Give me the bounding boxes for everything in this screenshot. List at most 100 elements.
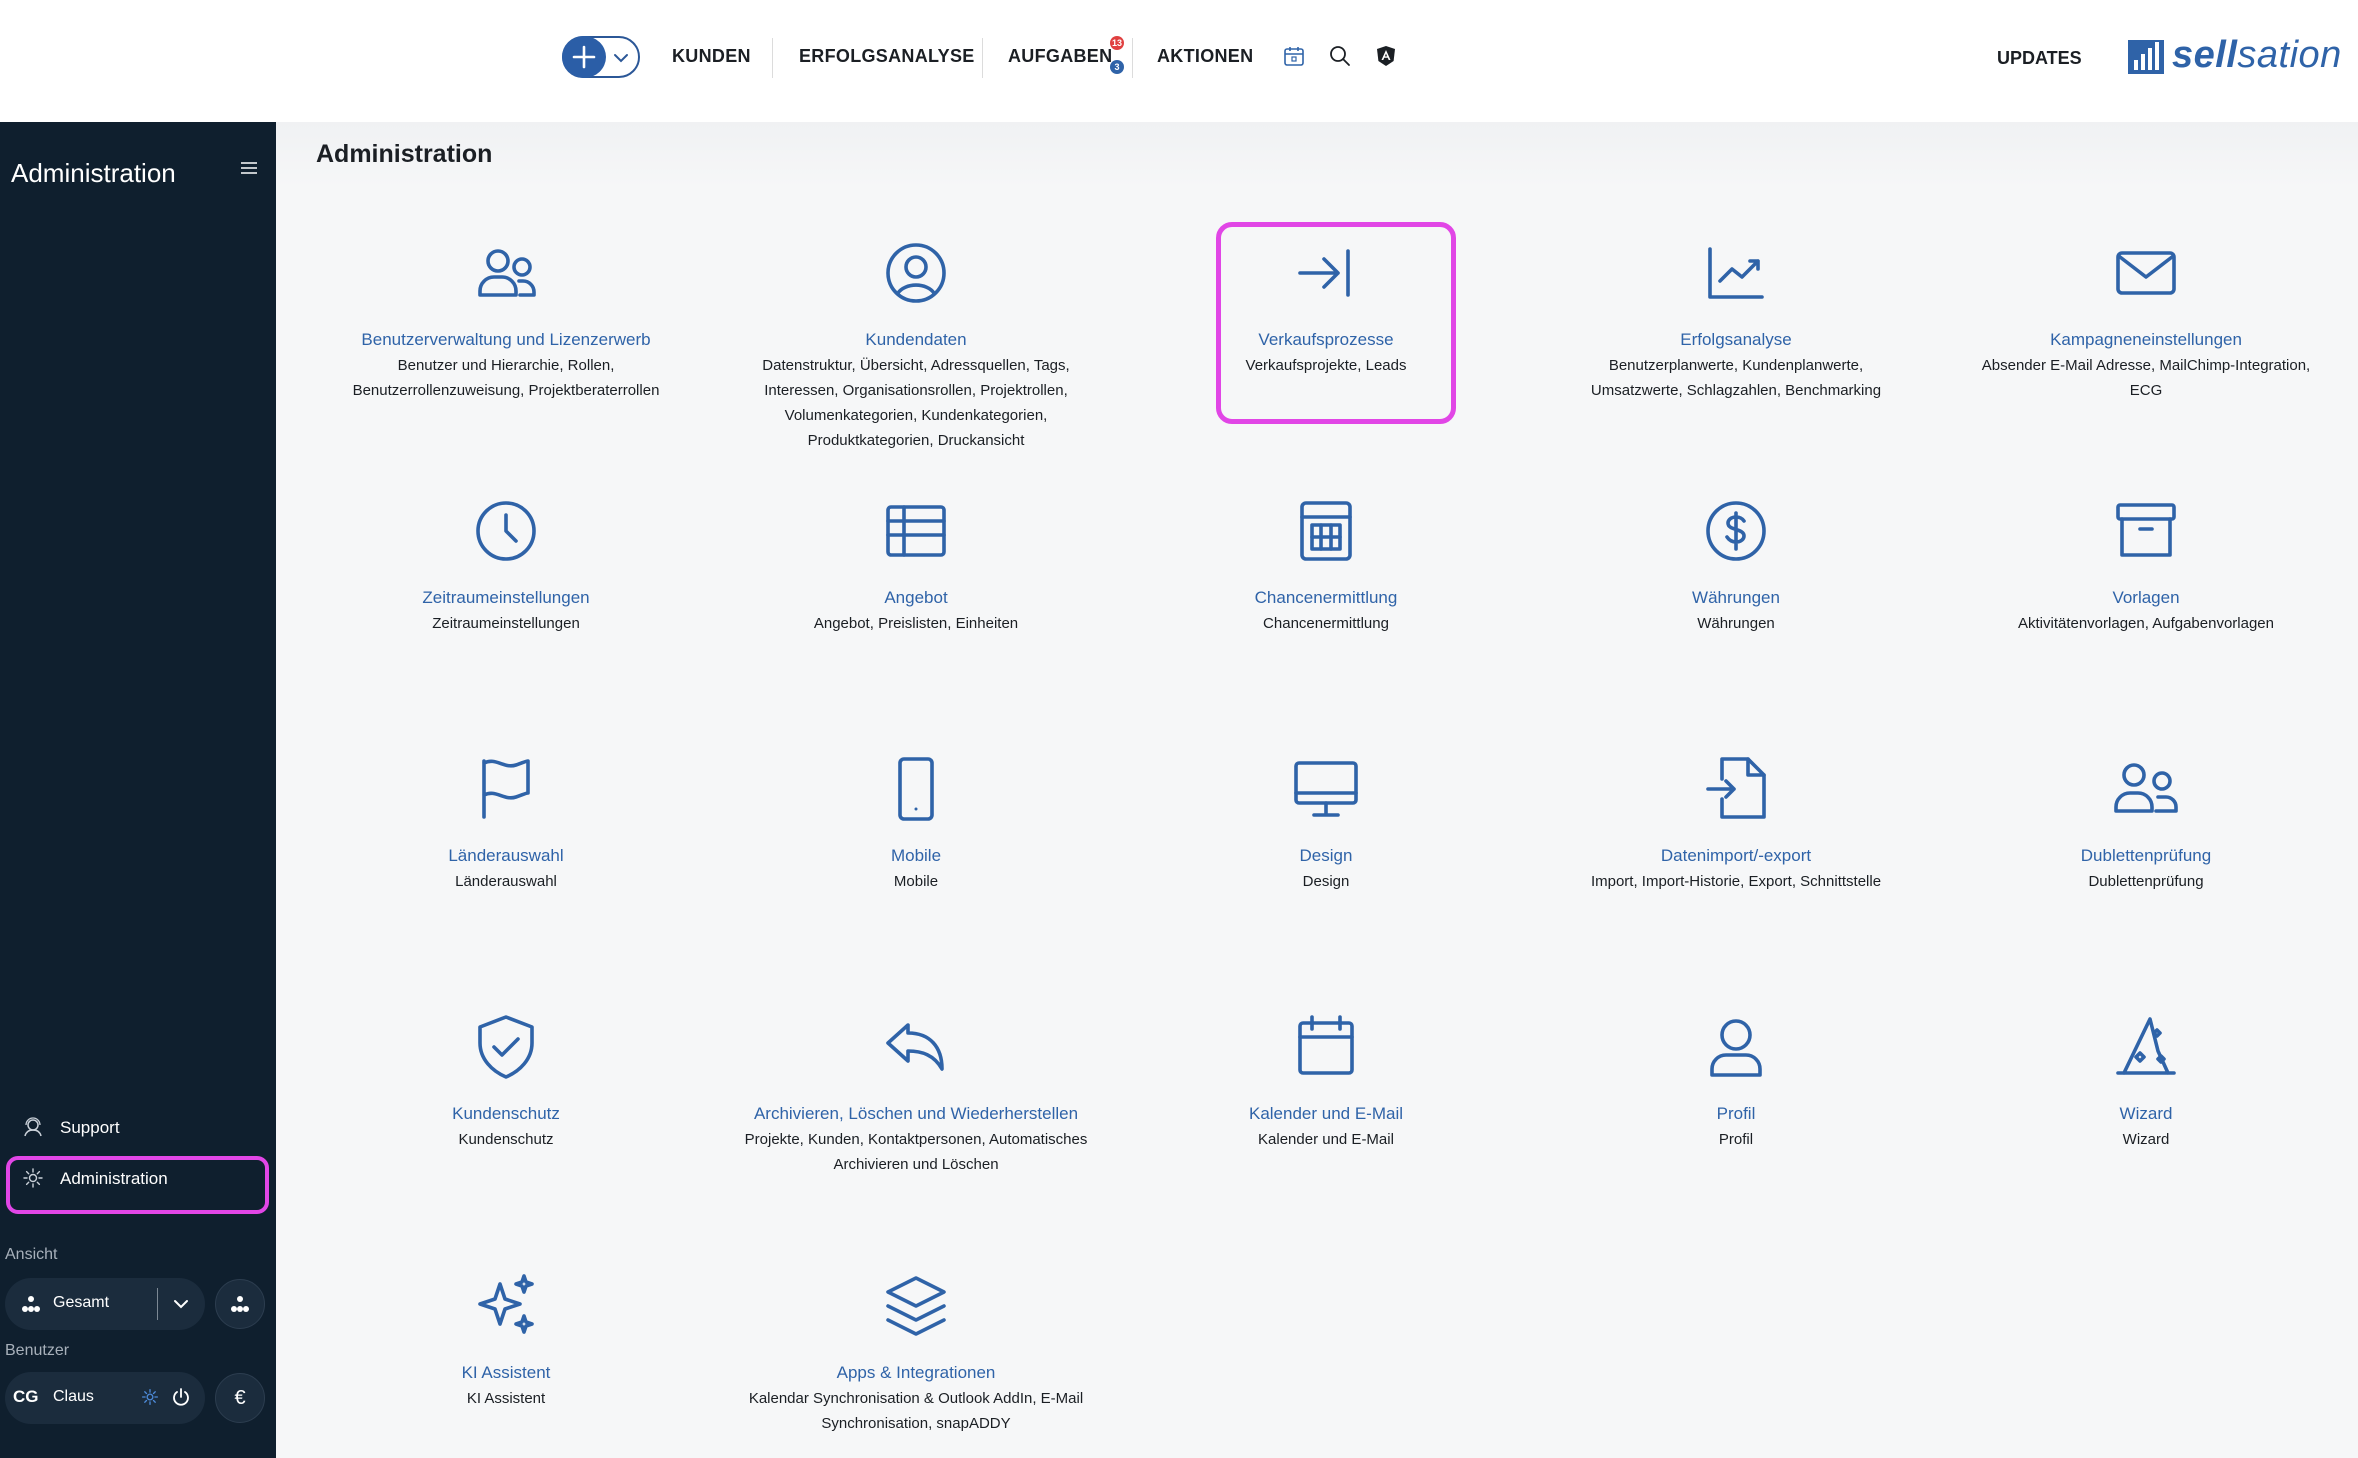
- user-name: Claus: [53, 1388, 94, 1405]
- archive-box-icon[interactable]: [2110, 495, 2182, 567]
- desktop-icon[interactable]: [1290, 753, 1362, 825]
- tile-title[interactable]: Verkaufsprozesse: [1146, 329, 1506, 351]
- admin-tile[interactable]: Profil Profil: [1556, 1011, 1916, 1152]
- nav-kunden[interactable]: KUNDEN: [672, 46, 751, 67]
- wizard-hat-icon[interactable]: [2110, 1011, 2182, 1083]
- admin-tile[interactable]: Dublettenprüfung Dublettenprüfung: [1966, 753, 2326, 894]
- reply-arrow-icon[interactable]: [880, 1011, 952, 1083]
- admin-tile[interactable]: KI Assistent KI Assistent: [326, 1270, 686, 1411]
- nav-aufgaben[interactable]: AUFGABEN: [1008, 46, 1112, 67]
- tile-description: Absender E-Mail Adresse, MailChimp-Integ…: [1981, 357, 2311, 399]
- user-circle-icon[interactable]: [880, 237, 952, 309]
- tile-title[interactable]: Profil: [1556, 1103, 1916, 1125]
- angular-icon[interactable]: [1374, 44, 1398, 68]
- admin-tile[interactable]: Länderauswahl Länderauswahl: [326, 753, 686, 894]
- calculator-grid-icon[interactable]: [1290, 495, 1362, 567]
- org-chart-icon: [231, 1296, 249, 1312]
- user-selector[interactable]: CG Claus: [5, 1372, 205, 1424]
- tile-title[interactable]: Benutzerverwaltung und Lizenzerwerb: [326, 329, 686, 351]
- admin-tile[interactable]: Kundendaten Datenstruktur, Übersicht, Adr…: [736, 237, 1096, 453]
- admin-tile[interactable]: Erfolgsanalyse Benutzerplanwerte, Kundenp…: [1556, 237, 1916, 403]
- sidebar: Administration Support Administration An…: [0, 122, 276, 1458]
- admin-tile[interactable]: Zeitraumeinstellungen Zeitraumeinstellung…: [326, 495, 686, 636]
- org-chart-button[interactable]: [215, 1279, 265, 1329]
- user-settings-gear-icon[interactable]: [141, 1388, 159, 1406]
- power-icon[interactable]: [171, 1387, 191, 1407]
- envelope-icon[interactable]: [2110, 237, 2182, 309]
- user-icon[interactable]: [1700, 1011, 1772, 1083]
- tile-title[interactable]: Länderauswahl: [326, 845, 686, 867]
- sparkles-icon[interactable]: [470, 1270, 542, 1342]
- tile-title[interactable]: Währungen: [1556, 587, 1916, 609]
- tile-title[interactable]: Zeitraumeinstellungen: [326, 587, 686, 609]
- calendar-icon[interactable]: [1282, 44, 1306, 68]
- admin-tile[interactable]: Benutzerverwaltung und Lizenzerwerb Benut…: [326, 237, 686, 403]
- tile-title[interactable]: Mobile: [736, 845, 1096, 867]
- tile-title[interactable]: Kampagneneinstellungen: [1966, 329, 2326, 351]
- tile-description: Kalendar Synchronisation & Outlook AddIn…: [748, 1390, 1084, 1432]
- admin-tile[interactable]: Währungen Währungen: [1556, 495, 1916, 636]
- admin-tile[interactable]: Kundenschutz Kundenschutz: [326, 1011, 686, 1152]
- users-duplicate-icon[interactable]: [2110, 753, 2182, 825]
- tile-description: Mobile: [893, 873, 939, 890]
- nav-erfolgsanalyse[interactable]: ERFOLGSANALYSE: [799, 46, 975, 67]
- tile-title[interactable]: KI Assistent: [326, 1362, 686, 1384]
- admin-tile[interactable]: Apps & Integrationen Kalendar Synchronisa…: [736, 1270, 1096, 1436]
- admin-tile[interactable]: Verkaufsprozesse Verkaufsprojekte, Leads: [1146, 237, 1506, 378]
- nav-divider: [982, 38, 983, 78]
- plus-icon[interactable]: [562, 36, 606, 78]
- create-new-button[interactable]: [562, 36, 640, 78]
- tile-title[interactable]: Design: [1146, 845, 1506, 867]
- flag-icon[interactable]: [470, 753, 542, 825]
- chevron-down-icon[interactable]: [610, 48, 632, 68]
- tile-title[interactable]: Datenimport/-export: [1556, 845, 1916, 867]
- sidebar-item-support[interactable]: Support: [60, 1118, 120, 1138]
- ansicht-selector[interactable]: Gesamt: [5, 1278, 205, 1330]
- arrow-to-line-icon[interactable]: [1290, 237, 1362, 309]
- tile-title[interactable]: Chancenermittlung: [1146, 587, 1506, 609]
- sidebar-title: Administration: [11, 158, 176, 188]
- admin-tile[interactable]: Archivieren, Löschen und Wiederherstelle…: [736, 1011, 1096, 1177]
- users-icon[interactable]: [470, 237, 542, 309]
- tile-title[interactable]: Kalender und E-Mail: [1146, 1103, 1506, 1125]
- tile-description: Benutzerplanwerte, Kundenplanwerte, Umsa…: [1590, 357, 1882, 399]
- admin-tile[interactable]: Design Design: [1146, 753, 1506, 894]
- tile-title[interactable]: Dublettenprüfung: [1966, 845, 2326, 867]
- hierarchy-icon: [22, 1296, 40, 1312]
- tile-title[interactable]: Archivieren, Löschen und Wiederherstelle…: [736, 1103, 1096, 1125]
- dollar-circle-icon[interactable]: [1700, 495, 1772, 567]
- clock-icon[interactable]: [470, 495, 542, 567]
- table-icon[interactable]: [880, 495, 952, 567]
- tile-title[interactable]: Kundenschutz: [326, 1103, 686, 1125]
- currency-button[interactable]: €: [215, 1373, 265, 1423]
- tile-description: Länderauswahl: [455, 873, 557, 890]
- tile-title[interactable]: Angebot: [736, 587, 1096, 609]
- hamburger-menu-icon[interactable]: [240, 160, 258, 176]
- admin-tile[interactable]: Kampagneneinstellungen Absender E-Mail Ad…: [1966, 237, 2326, 403]
- admin-tile[interactable]: Wizard Wizard: [1966, 1011, 2326, 1152]
- ansicht-value: Gesamt: [53, 1294, 110, 1311]
- shield-check-icon[interactable]: [470, 1011, 542, 1083]
- chart-line-icon[interactable]: [1700, 237, 1772, 309]
- tile-title[interactable]: Kundendaten: [736, 329, 1096, 351]
- tile-title[interactable]: Erfolgsanalyse: [1556, 329, 1916, 351]
- chevron-down-icon[interactable]: [171, 1294, 191, 1314]
- tile-title[interactable]: Wizard: [1966, 1103, 2326, 1125]
- search-icon[interactable]: [1328, 44, 1352, 68]
- tile-title[interactable]: Vorlagen: [1966, 587, 2326, 609]
- admin-tile[interactable]: Datenimport/-export Import, Import-Histor…: [1556, 753, 1916, 894]
- file-import-icon[interactable]: [1700, 753, 1772, 825]
- admin-tile[interactable]: Mobile Mobile: [736, 753, 1096, 894]
- updates-link[interactable]: UPDATES: [1997, 48, 2082, 69]
- admin-tile[interactable]: Vorlagen Aktivitätenvorlagen, Aufgabenvor…: [1966, 495, 2326, 636]
- admin-tile[interactable]: Kalender und E-Mail Kalender und E-Mail: [1146, 1011, 1506, 1152]
- sidebar-item-administration[interactable]: Administration: [60, 1169, 168, 1189]
- calendar-icon[interactable]: [1290, 1011, 1362, 1083]
- mobile-icon[interactable]: [880, 753, 952, 825]
- nav-aktionen[interactable]: AKTIONEN: [1157, 46, 1253, 67]
- layers-icon[interactable]: [880, 1270, 952, 1342]
- admin-tile[interactable]: Angebot Angebot, Preislisten, Einheiten: [736, 495, 1096, 636]
- admin-tile[interactable]: Chancenermittlung Chancenermittlung: [1146, 495, 1506, 636]
- gear-icon: [23, 1168, 43, 1188]
- tile-title[interactable]: Apps & Integrationen: [736, 1362, 1096, 1384]
